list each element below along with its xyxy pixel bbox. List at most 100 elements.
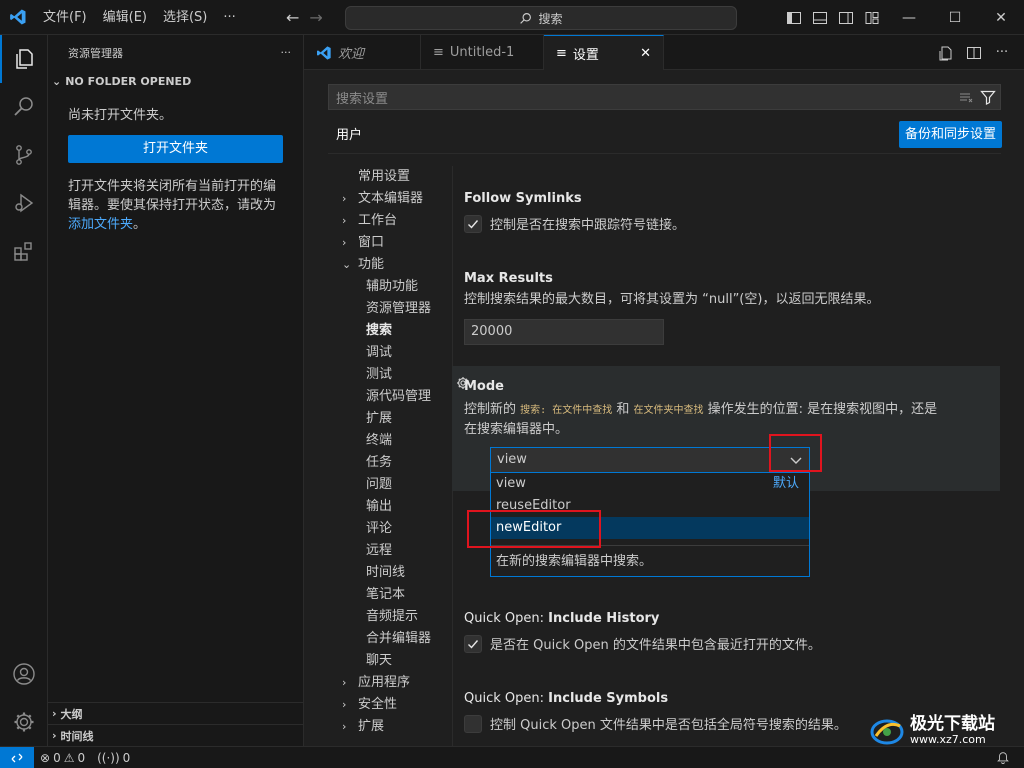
toc-item[interactable]: 终端 [328,430,452,452]
problems-status[interactable]: ⊗ 0 ⚠ 0 [34,751,91,765]
command-find-in-folder: 在文件夹中查找 [633,405,704,416]
toc-item-label: 扩展 [358,719,385,734]
toc-item[interactable]: 常用设置 [328,166,452,188]
outline-section-header[interactable]: › 大纲 [48,702,303,724]
notifications-bell-icon[interactable] [996,750,1010,767]
toc-item[interactable]: › 工作台 [328,210,452,232]
sidebar-header: 资源管理器 ··· [48,35,303,70]
search-activity[interactable] [0,83,48,131]
toggle-secondary-sidebar-icon[interactable] [838,10,854,26]
user-settings-tab[interactable]: 用户 [328,124,371,154]
option-view[interactable]: view 默认 [491,473,809,495]
checkbox-row: 控制是否在搜索中跟踪符号链接。 [464,214,1001,233]
toc-item-label: 合并编辑器 [366,631,432,646]
option-description: 在新的搜索编辑器中搜索。 [491,545,809,571]
remote-indicator[interactable] [0,746,34,768]
tab-welcome[interactable]: 欢迎 [304,35,421,70]
toc-item[interactable]: 合并编辑器 [328,628,452,650]
close-window-icon[interactable]: ✕ [978,0,1024,35]
include-symbols-checkbox[interactable] [464,714,482,733]
filter-icon[interactable] [980,88,996,106]
no-folder-section-header[interactable]: ⌄ NO FOLDER OPENED [48,70,303,92]
option-label: view [496,476,526,491]
toc-item[interactable]: › 扩展 [328,716,452,738]
open-settings-json-icon[interactable] [934,41,958,65]
more-actions-icon[interactable]: ··· [990,41,1014,65]
menu-file[interactable]: 文件(F) [35,0,95,35]
backup-sync-button[interactable]: 备份和同步设置 [899,121,1003,148]
maximize-icon[interactable]: ☐ [932,0,978,35]
customize-layout-icon[interactable] [864,10,880,26]
chevron-right-icon: › [342,236,347,249]
setting-name: Include Symbols [548,691,669,706]
minimize-icon[interactable]: — [886,0,932,35]
toc-item[interactable]: 时间线 [328,562,452,584]
back-arrow-icon[interactable]: ← [286,8,299,27]
manage-activity[interactable] [0,698,48,746]
ports-status[interactable]: ((·)) 0 [91,751,136,765]
toc-item[interactable]: 音频提示 [328,606,452,628]
toc-item[interactable]: 评论 [328,518,452,540]
open-folder-button[interactable]: 打开文件夹 [68,135,283,163]
toc-item[interactable]: 笔记本 [328,584,452,606]
toc-item[interactable]: 辅助功能 [328,276,452,298]
clear-filter-icon[interactable] [958,88,974,106]
toggle-panel-icon[interactable] [812,10,828,26]
tab-settings[interactable]: ≡ 设置 ✕ [544,35,664,71]
file-icon: ≡ [433,45,444,60]
command-center-search[interactable]: 搜索 [345,6,737,30]
setting-name: Include History [548,611,660,626]
include-history-checkbox[interactable] [464,634,482,653]
tab-settings-title: ≡ 设置 [556,44,599,63]
toc-item[interactable]: 搜索 [328,320,452,342]
toc-item[interactable]: ⌄ 功能 [328,254,452,276]
settings-search-input[interactable]: 搜索设置 [328,84,1001,110]
sidebar-more-button[interactable]: ··· [281,46,292,59]
toc-item[interactable]: 资源管理器 [328,298,452,320]
accounts-activity[interactable] [0,650,48,698]
toc-item[interactable]: 扩展 [328,408,452,430]
watermark: 极光下载站 www.xz7.com [870,715,995,746]
toc-item-label: 测试 [366,367,393,382]
run-debug-icon [15,193,34,213]
add-folder-link[interactable]: 添加文件夹 [68,217,133,232]
toc-item[interactable]: 远程 [328,540,452,562]
tab-untitled[interactable]: ≡ Untitled-1 [421,35,544,70]
toc-item[interactable]: › 窗口 [328,232,452,254]
no-folder-description: 打开文件夹将关闭所有当前打开的编辑器。要使其保持打开状态，请改为添加文件夹。 [48,163,303,234]
menu-selection[interactable]: 选择(S) [155,0,215,35]
toc-item[interactable]: › 安全性 [328,694,452,716]
toggle-primary-sidebar-icon[interactable] [786,10,802,26]
toc-item-label: 终端 [366,433,393,448]
toc-item-label: 调试 [366,345,393,360]
max-results-input[interactable]: 20000 [464,319,664,345]
toc-item[interactable]: › 应用程序 [328,672,452,694]
source-control-icon [16,145,32,165]
follow-symlinks-checkbox[interactable] [464,214,482,233]
split-editor-icon[interactable] [962,41,986,65]
toc-item[interactable]: 输出 [328,496,452,518]
toc-item[interactable]: 测试 [328,364,452,386]
toc-item-label: 音频提示 [366,609,419,624]
title-bar: 文件(F) 编辑(E) 选择(S) ··· ← → 搜索 — ☐ ✕ [0,0,1024,35]
menu-edit[interactable]: 编辑(E) [95,0,155,35]
close-icon[interactable]: ✕ [640,46,651,61]
explorer-activity[interactable] [0,35,48,83]
highlight-new-editor-option [467,510,601,548]
toc-item-label: 聊天 [366,653,393,668]
source-control-activity[interactable] [0,131,48,179]
timeline-section-header[interactable]: › 时间线 [48,724,303,746]
toc-item[interactable]: 聊天 [328,650,452,672]
mode-select[interactable]: view [490,447,810,473]
toc-item[interactable]: 问题 [328,474,452,496]
run-debug-activity[interactable] [0,179,48,227]
forward-arrow-icon[interactable]: → [309,8,322,27]
extensions-activity[interactable] [0,227,48,275]
toc-item[interactable]: 任务 [328,452,452,474]
outline-label: 大纲 [60,707,83,721]
toc-item[interactable]: › 文本编辑器 [328,188,452,210]
menu-more[interactable]: ··· [215,0,243,35]
toc-item-label: 输出 [366,499,393,514]
toc-item[interactable]: 调试 [328,342,452,364]
toc-item[interactable]: 源代码管理 [328,386,452,408]
